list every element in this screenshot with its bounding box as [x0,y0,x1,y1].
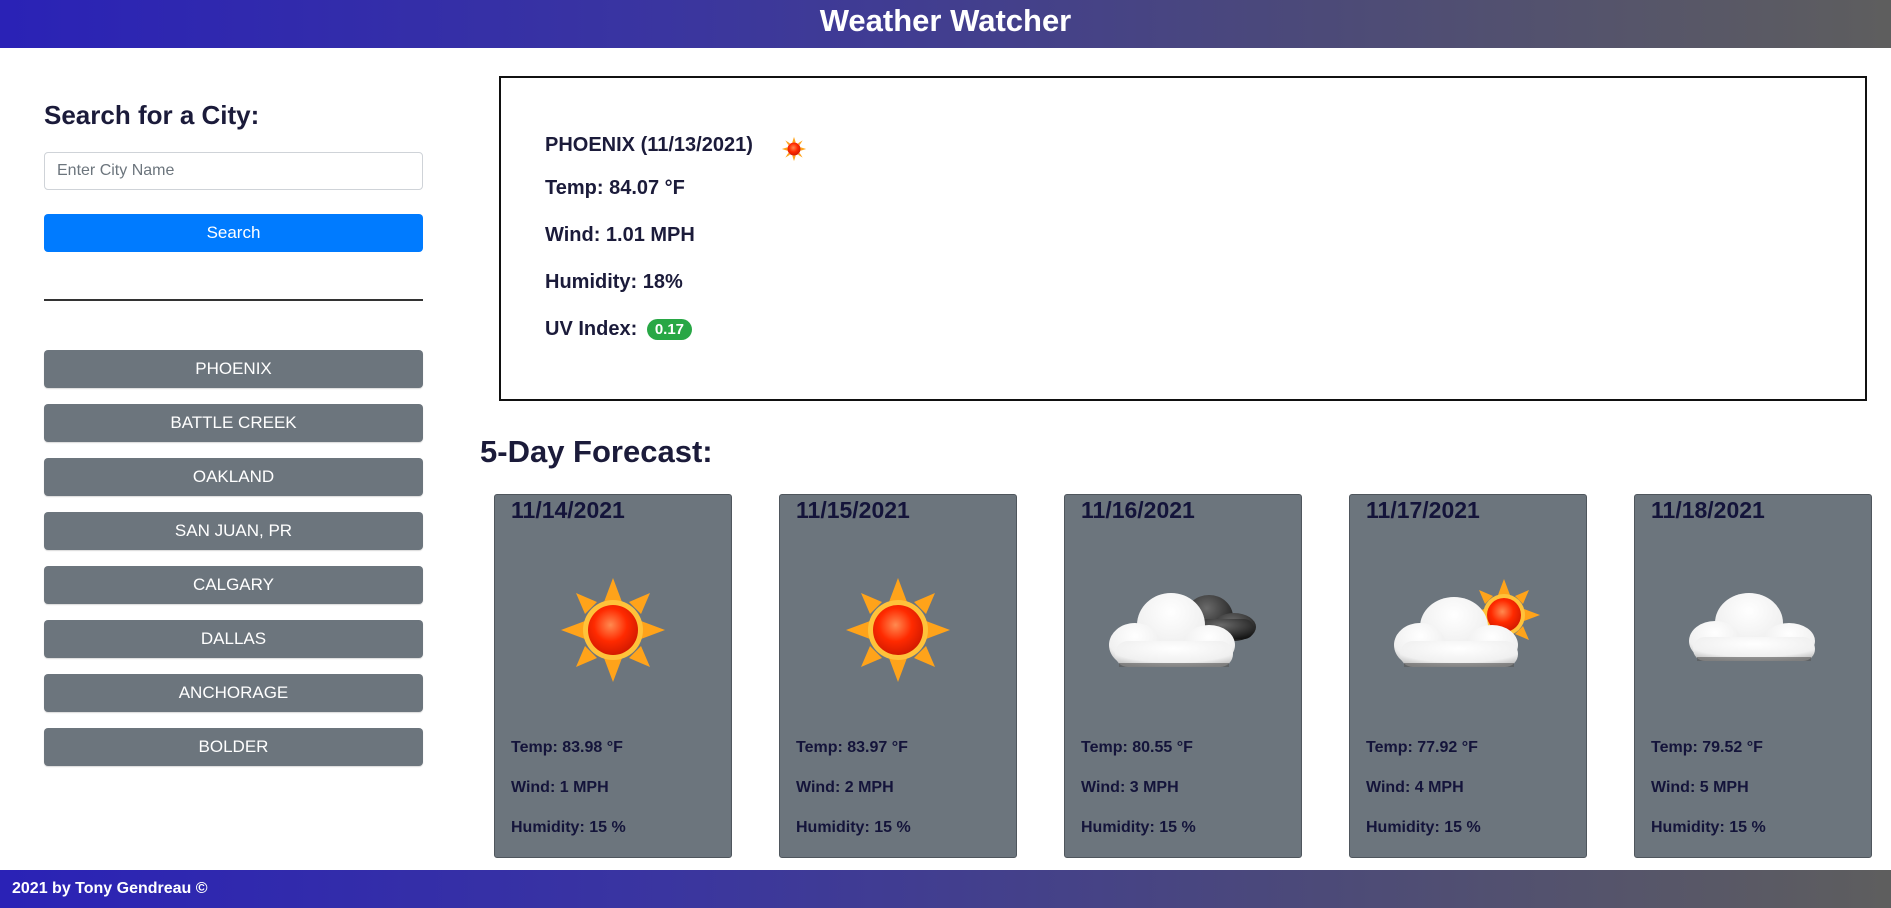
forecast-card: 11/17/2021 Temp: 77.92 °F Wind: 4 MPH Hu… [1349,494,1587,858]
sun-icon [846,578,950,682]
forecast-date: 11/18/2021 [1651,497,1765,523]
forecast-date: 11/17/2021 [1366,497,1480,523]
forecast-humidity: Humidity: 15 % [1651,819,1766,836]
city-button-battle-creek[interactable]: BATTLE CREEK [44,404,423,442]
search-heading: Search for a City: [44,100,260,130]
forecast-card: 11/15/2021 Temp: 83.97 °F Wind: 2 MPH Hu… [779,494,1017,858]
forecast-wind: Wind: 3 MPH [1081,779,1179,796]
app-title: Weather Watcher [819,3,1072,38]
current-temp: Temp: 84.07 °F [545,177,685,199]
city-button-calgary[interactable]: CALGARY [44,566,423,604]
city-button-dallas[interactable]: DALLAS [44,620,423,658]
city-button-oakland[interactable]: OAKLAND [44,458,423,496]
footer-credit: 2021 by Tony Gendreau © [12,880,208,897]
city-button-anchorage[interactable]: ANCHORAGE [44,674,423,712]
forecast-temp: Temp: 83.98 °F [511,739,623,756]
cloud-icon [1689,593,1815,661]
forecast-temp: Temp: 83.97 °F [796,739,908,756]
current-wind: Wind: 1.01 MPH [545,224,695,246]
forecast-wind: Wind: 5 MPH [1651,779,1749,796]
city-button-phoenix[interactable]: PHOENIX [44,350,423,388]
forecast-date: 11/16/2021 [1081,497,1195,523]
forecast-temp: Temp: 79.52 °F [1651,739,1763,756]
app-footer: 2021 by Tony Gendreau © [0,870,1891,908]
forecast-card: 11/16/2021 Temp: 80.55 °F Wind: 3 MPH Hu… [1064,494,1302,858]
current-uv: UV Index: 0.17 [545,318,693,341]
uv-index-badge: 0.17 [646,319,693,341]
forecast-humidity: Humidity: 15 % [1366,819,1481,836]
forecast-card: 11/18/2021 Temp: 79.52 °F Wind: 5 MPH Hu… [1634,494,1872,858]
sun-icon [561,578,665,682]
sidebar-divider [44,299,423,301]
forecast-temp: Temp: 77.92 °F [1366,739,1478,756]
forecast-wind: Wind: 1 MPH [511,779,609,796]
city-button-san-juan[interactable]: SAN JUAN, PR [44,512,423,550]
forecast-humidity: Humidity: 15 % [1081,819,1196,836]
uv-label: UV Index: [545,318,638,340]
app-header: Weather Watcher [0,0,1891,48]
forecast-title: 5-Day Forecast: [480,434,713,469]
city-search-input[interactable] [44,152,423,190]
forecast-temp: Temp: 80.55 °F [1081,739,1193,756]
current-weather-panel: PHOENIX (11/13/2021) Temp: 84.07 °F Wind… [499,76,1867,401]
forecast-card: 11/14/2021 Temp: 83.98 °F Wind: 1 MPH Hu… [494,494,732,858]
forecast-humidity: Humidity: 15 % [511,819,626,836]
search-button[interactable]: Search [44,214,423,252]
city-button-bolder[interactable]: BOLDER [44,728,423,766]
partly-cloudy-icon [1394,579,1540,667]
forecast-date: 11/15/2021 [796,497,910,523]
forecast-wind: Wind: 4 MPH [1366,779,1464,796]
forecast-humidity: Humidity: 15 % [796,819,911,836]
current-city-date: PHOENIX (11/13/2021) [545,134,753,156]
search-sidebar: Search for a City: Search PHOENIX BATTLE… [44,98,423,766]
cloudy-night-icon [1109,593,1256,667]
forecast-wind: Wind: 2 MPH [796,779,894,796]
current-humidity: Humidity: 18% [545,271,683,293]
city-history-list: PHOENIX BATTLE CREEK OAKLAND SAN JUAN, P… [44,350,423,782]
sun-icon [781,136,807,162]
forecast-date: 11/14/2021 [511,497,625,523]
